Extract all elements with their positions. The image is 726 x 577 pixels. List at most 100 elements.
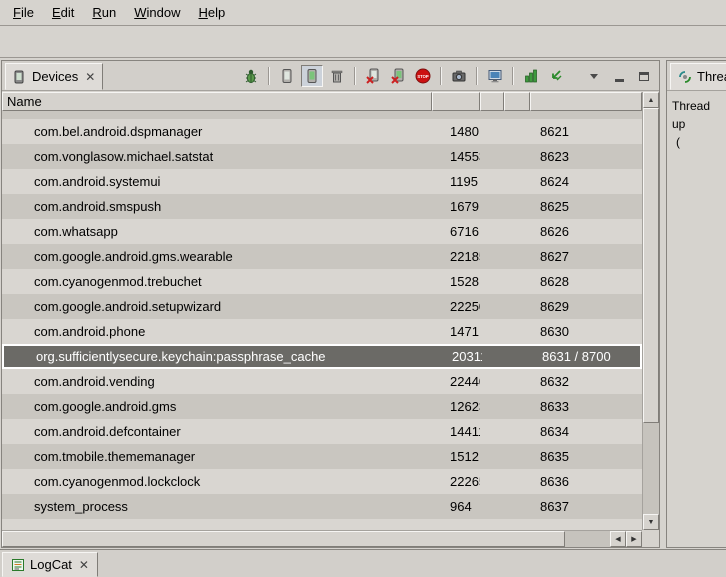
device-port: 8621	[530, 124, 642, 139]
scroll-left-icon[interactable]: ◀	[610, 531, 626, 547]
device-name: com.google.android.gms.wearable	[2, 249, 432, 264]
reset-adb-icon[interactable]	[387, 65, 409, 87]
table-row[interactable]: com.google.android.setupwizard 22250 862…	[2, 294, 642, 319]
table-row[interactable]: org.sufficientlysecure.keychain:passphra…	[2, 344, 642, 369]
table-row[interactable]: com.android.systemui 1195 8624	[2, 169, 642, 194]
table-row[interactable]: com.cyanogenmod.lockclock 22265 8636	[2, 469, 642, 494]
table-row[interactable]: com.cyanogenmod.trebuchet 1528 8628	[2, 269, 642, 294]
view-menu-chevron-icon[interactable]	[583, 65, 605, 87]
debug-process-icon[interactable]	[240, 65, 262, 87]
column-header-name[interactable]: Name	[2, 92, 432, 111]
device-port: 8627	[530, 249, 642, 264]
device-name: com.android.systemui	[2, 174, 432, 189]
stop-process-icon[interactable]: STOP	[412, 65, 434, 87]
devices-tabbar: Devices ✕	[2, 61, 659, 91]
horizontal-scrollbar[interactable]: ◀ ▶	[2, 530, 642, 547]
cause-gc-icon[interactable]	[545, 65, 567, 87]
threads-panel: Threa Thread up (	[666, 60, 726, 548]
tab-devices[interactable]: Devices ✕	[5, 63, 103, 90]
vertical-scrollbar[interactable]: ▲ ▼	[642, 92, 659, 530]
device-pid: 1471	[432, 324, 480, 339]
device-port: 8629	[530, 299, 642, 314]
devices-panel: Devices ✕	[1, 60, 660, 548]
device-name: com.google.android.gms	[2, 399, 432, 414]
menubar: File Edit Run Window Help	[0, 0, 726, 26]
close-icon[interactable]: ✕	[83, 70, 95, 84]
device-name: com.cyanogenmod.lockclock	[2, 474, 432, 489]
main-toolbar	[0, 27, 726, 58]
table-row[interactable]: com.whatsapp 6716 8626	[2, 219, 642, 244]
heap-update-icon[interactable]	[520, 65, 542, 87]
tab-threads[interactable]: Threa	[670, 63, 726, 90]
vscroll-thumb[interactable]	[643, 108, 659, 423]
device-online-icon[interactable]	[301, 65, 323, 87]
minimize-icon[interactable]	[608, 65, 630, 87]
menu-file[interactable]: File	[4, 2, 43, 24]
scroll-right-icon[interactable]: ▶	[626, 531, 642, 547]
table-row[interactable]: com.android.defcontainer 14411 8634	[2, 419, 642, 444]
scroll-up-icon[interactable]: ▲	[643, 92, 659, 108]
hscroll-thumb[interactable]	[2, 531, 565, 547]
device-port: 8636	[530, 474, 642, 489]
device-pid: 12623	[432, 399, 480, 414]
device-name: com.android.defcontainer	[2, 424, 432, 439]
scroll-down-icon[interactable]: ▼	[643, 514, 659, 530]
menu-edit[interactable]: Edit	[43, 2, 83, 24]
disconnect-device-icon[interactable]	[362, 65, 384, 87]
scrollbar-corner	[642, 530, 659, 547]
device-pid: 964	[432, 499, 480, 514]
device-port: 8628	[530, 274, 642, 289]
table-row[interactable]: com.vonglasow.michael.satstat 14553 8623	[2, 144, 642, 169]
device-table: Name com.bel.android.dspmanager 1480 862…	[2, 92, 659, 547]
device-port: 8633	[530, 399, 642, 414]
close-icon[interactable]: ✕	[77, 558, 89, 572]
column-header-pid[interactable]	[432, 92, 480, 111]
menu-run[interactable]: Run	[83, 2, 125, 24]
device-pid: 1480	[432, 124, 480, 139]
column-header-3[interactable]	[480, 92, 504, 111]
maximize-icon[interactable]	[633, 65, 655, 87]
device-port: 8637	[530, 499, 642, 514]
device-port: 8625	[530, 199, 642, 214]
devices-tab-label: Devices	[32, 69, 78, 84]
table-row[interactable]: com.google.android.gms 12623 8633	[2, 394, 642, 419]
toolbar-separator	[268, 67, 270, 85]
table-row[interactable]: com.bel.android.dspmanager 1480 8621	[2, 119, 642, 144]
device-name: com.vonglasow.michael.satstat	[2, 149, 432, 164]
device-name: com.tmobile.thememanager	[2, 449, 432, 464]
device-name: org.sufficientlysecure.keychain:passphra…	[4, 349, 434, 364]
table-row[interactable]: com.tmobile.thememanager 1512 8635	[2, 444, 642, 469]
tab-logcat[interactable]: LogCat ✕	[2, 552, 98, 577]
menu-help[interactable]: Help	[189, 2, 234, 24]
table-row[interactable]: com.android.vending 22440 8632	[2, 369, 642, 394]
device-name: com.bel.android.dspmanager	[2, 124, 432, 139]
column-header-4[interactable]	[504, 92, 530, 111]
device-name: com.whatsapp	[2, 224, 432, 239]
toolbar-separator	[354, 67, 356, 85]
device-name: system_process	[2, 499, 432, 514]
table-row[interactable]: com.android.smspush 1679 8625	[2, 194, 642, 219]
partial-row	[2, 111, 642, 119]
device-pid: 1528	[432, 274, 480, 289]
toolbar-separator	[440, 67, 442, 85]
table-row[interactable]: com.google.android.gms.wearable 22185 86…	[2, 244, 642, 269]
column-header-port[interactable]	[530, 92, 642, 111]
table-row[interactable]: system_process 964 8637	[2, 494, 642, 519]
device-pid: 22185	[432, 249, 480, 264]
table-row[interactable]: com.android.phone 1471 8630	[2, 319, 642, 344]
toolbar-separator	[476, 67, 478, 85]
device-port: 8626	[530, 224, 642, 239]
device-tab-icon	[13, 70, 27, 84]
screen-capture-icon[interactable]	[484, 65, 506, 87]
trash-icon[interactable]	[326, 65, 348, 87]
device-name: com.android.vending	[2, 374, 432, 389]
device-pid: 1512	[432, 449, 480, 464]
menu-window[interactable]: Window	[125, 2, 189, 24]
threads-tab-label: Threa	[697, 69, 726, 84]
threads-message-line2: (	[672, 133, 726, 151]
device-icon[interactable]	[276, 65, 298, 87]
devices-toolbar: STOP	[240, 64, 655, 88]
screenshot-camera-icon[interactable]	[448, 65, 470, 87]
device-port: 8635	[530, 449, 642, 464]
device-port: 8631 / 8700	[532, 349, 640, 364]
